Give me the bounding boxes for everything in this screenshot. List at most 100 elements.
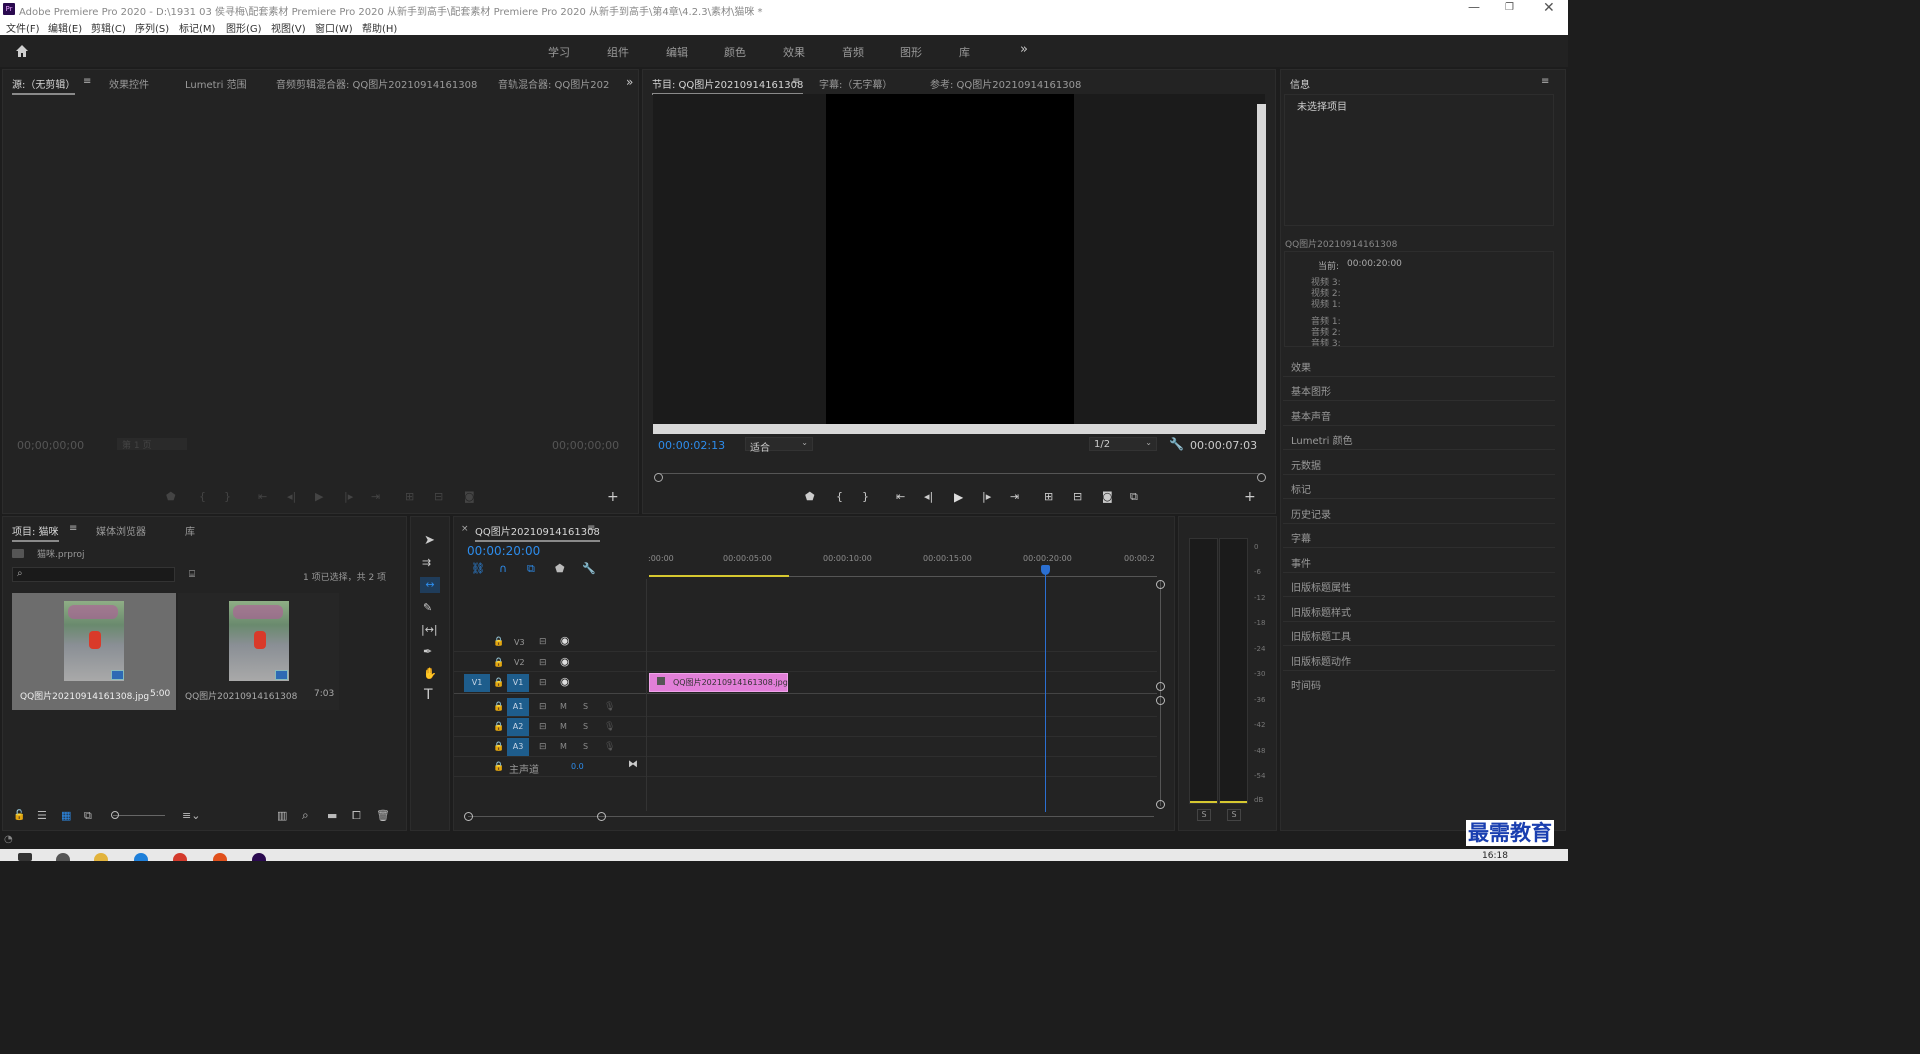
panel-legacy-title-tools[interactable]: 旧版标题工具 [1283,622,1555,646]
panel-events[interactable]: 事件 [1283,549,1555,573]
slip-tool-icon[interactable]: |↔| [421,624,438,636]
toggle-sync-icon[interactable]: ⊟ [539,636,547,648]
lock-track-icon[interactable]: 🔒 [493,636,504,648]
menu-graphics[interactable]: 图形(G) [226,20,262,35]
play-icon[interactable]: ▶ [954,491,963,503]
timeline-timecode[interactable]: 00:00:20:00 [467,544,540,558]
workspace-assembly[interactable]: 组件 [607,44,629,60]
find-icon[interactable]: ⌕ [302,808,309,823]
source-patch-v1[interactable]: V1 [464,674,490,692]
list-view-icon[interactable]: ☰ [37,809,47,822]
menu-marker[interactable]: 标记(M) [179,20,215,35]
timeline-settings-icon[interactable]: 🔧 [582,563,596,575]
panel-timecode[interactable]: 时间码 [1283,671,1555,695]
panel-lumetri-color[interactable]: Lumetri 颜色 [1283,426,1555,450]
step-back-icon[interactable]: ◂| [924,491,933,503]
source-step-forward-icon[interactable]: |▸ [344,491,353,503]
mute-icon[interactable]: M [560,721,567,733]
home-icon[interactable] [14,43,30,59]
ruler-end-handle[interactable] [1257,473,1266,482]
razor-tool-icon[interactable]: ✎ [423,602,432,614]
tab-audio-clip-mixer[interactable]: 音频剪辑混合器: QQ图片20210914161308 [276,76,477,91]
type-tool-icon[interactable]: T [424,688,433,702]
source-add-button-icon[interactable]: + [607,490,619,504]
ruler-start-handle[interactable] [654,473,663,482]
eye-icon[interactable]: ◉ [560,635,570,647]
step-forward-icon[interactable]: |▸ [982,491,991,503]
toggle-sync-icon[interactable]: ⊟ [539,677,547,689]
workspace-libraries[interactable]: 库 [959,44,970,60]
horizontal-zoom-scroll[interactable] [468,816,1154,817]
go-to-in-icon[interactable]: ⇤ [896,491,905,503]
source-page-select[interactable]: 第 1 页 [117,438,187,451]
source-export-frame-icon[interactable]: ◙ [464,491,475,503]
lock-track-icon[interactable]: 🔒 [493,741,504,753]
pen-tool-icon[interactable]: ✒ [423,646,432,658]
linked-selection-icon[interactable]: ⧉ [527,563,535,575]
vertical-zoom-scroll[interactable] [1160,581,1161,806]
eye-icon[interactable]: ◉ [560,676,570,688]
lock-track-icon[interactable]: 🔒 [493,657,504,669]
source-step-back-icon[interactable]: ◂| [287,491,296,503]
lock-track-icon[interactable]: 🔒 [493,677,504,689]
panel-legacy-title-styles[interactable]: 旧版标题样式 [1283,598,1555,622]
tab-source[interactable]: 源:（无剪辑） [12,76,76,95]
scroll-handle[interactable] [464,812,473,821]
playhead-timecode[interactable]: 00:00:02:13 [658,439,725,452]
microphone-icon[interactable]: 🎙 [604,741,615,753]
export-frame-icon[interactable]: ◙ [1102,491,1113,503]
microphone-icon[interactable]: 🎙 [604,721,615,733]
menu-clip[interactable]: 剪辑(C) [91,20,126,35]
start-icon[interactable] [18,853,32,861]
browser-taskbar-icon[interactable] [134,853,148,861]
icon-view-icon[interactable]: ▦ [61,809,71,822]
tab-lumetri-scopes[interactable]: Lumetri 范围 [185,76,247,91]
restore-button[interactable]: ❐ [1505,2,1514,13]
more-workspaces-icon[interactable]: » [1020,42,1028,57]
folder-taskbar-icon[interactable] [94,853,108,861]
panel-metadata[interactable]: 元数据 [1283,451,1555,475]
toggle-sync-icon[interactable]: ⊟ [539,657,547,669]
project-search-input[interactable]: ⌕ [12,567,175,582]
source-goto-out-icon[interactable]: ⇥ [371,491,380,503]
tab-project[interactable]: 项目: 猫咪 [12,523,59,542]
track-target-a3[interactable]: A3 [507,738,529,756]
nest-icon[interactable]: ⛓ [471,563,485,575]
new-bin-icon[interactable]: ▬ [327,809,337,822]
source-inpoint-icon[interactable]: { [199,491,206,503]
panel-essential-graphics[interactable]: 基本图形 [1283,377,1555,401]
project-item[interactable]: QQ图片20210914161308.jpg 5:00 [12,593,176,710]
menu-view[interactable]: 视图(V) [271,20,306,35]
track-target-a1[interactable]: A1 [507,698,529,716]
workspace-editing[interactable]: 编辑 [666,44,688,60]
search-taskbar-icon[interactable] [56,853,70,861]
lock-track-icon[interactable]: 🔒 [493,721,504,733]
source-goto-in-icon[interactable]: ⇤ [258,491,267,503]
panel-captions[interactable]: 字幕 [1283,524,1555,548]
ripple-edit-tool-icon[interactable]: ↔ [420,577,440,593]
menu-window[interactable]: 窗口(W) [315,20,353,35]
menu-edit[interactable]: 编辑(E) [48,20,82,35]
meter-solo-right[interactable]: S [1227,809,1241,821]
tab-audio-track-mixer[interactable]: 音轨混合器: QQ图片202 [498,76,610,91]
panel-menu-icon[interactable]: ≡ [587,523,595,534]
panel-essential-sound[interactable]: 基本声音 [1283,402,1555,426]
tab-info[interactable]: 信息 [1290,76,1310,91]
tab-libraries[interactable]: 库 [185,523,195,538]
lift-icon[interactable]: ⊞ [1044,491,1053,503]
panel-markers[interactable]: 标记 [1283,475,1555,499]
timeline-clip[interactable]: QQ图片20210914161308.jpg [649,673,788,692]
menu-file[interactable]: 文件(F) [6,20,40,35]
trash-icon[interactable]: 🗑 [376,809,390,822]
meter-solo-left[interactable]: S [1197,809,1211,821]
solo-icon[interactable]: S [583,701,588,713]
chrome-taskbar-icon[interactable] [173,853,187,861]
toggle-sync-icon[interactable]: ⊟ [539,721,547,733]
panel-legacy-title-properties[interactable]: 旧版标题属性 [1283,573,1555,597]
tab-sequence[interactable]: QQ图片20210914161308 [475,523,600,542]
more-tabs-icon[interactable]: » [626,75,633,89]
track-select-tool-icon[interactable]: ⇉ [422,557,431,569]
resolution-select[interactable]: 1/2 ⌄ [1089,437,1157,451]
menu-sequence[interactable]: 序列(S) [135,20,169,35]
mute-icon[interactable]: M [560,701,567,713]
